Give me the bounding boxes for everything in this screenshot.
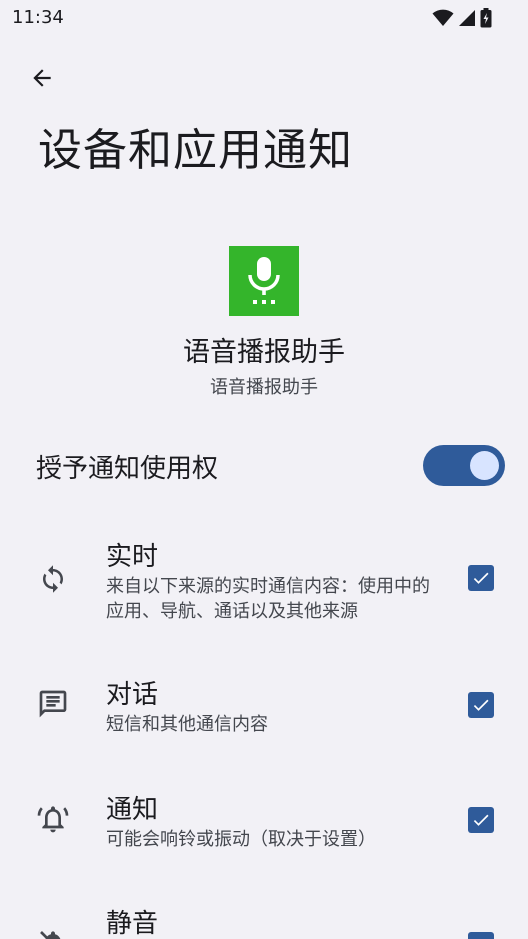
wifi-icon [432,9,454,26]
bell-off-icon [36,927,70,939]
battery-charging-icon [480,8,492,28]
toggle-knob [470,451,499,480]
arrow-back-icon [33,69,51,87]
check-icon [473,814,489,826]
category-row-silent[interactable]: 静音 [0,899,528,939]
category-row-conversation[interactable]: 对话 短信和其他通信内容 [0,670,528,750]
app-name: 语音播报助手 [183,337,345,368]
status-time: 11:34 [12,7,64,28]
cellular-signal-icon [459,10,475,26]
status-bar: 11:34 [0,0,528,36]
app-icon [229,246,299,316]
category-checkbox[interactable] [468,692,494,718]
category-checkbox[interactable] [468,807,494,833]
category-description: 可能会响铃或振动（取决于设置） [106,829,376,850]
category-title: 静音 [106,909,159,939]
category-title: 实时 [106,542,159,572]
microphone-icon [248,257,280,304]
category-row-notifications[interactable]: 通知 可能会响铃或振动（取决于设置） [0,785,528,865]
bell-ringing-icon [36,802,70,836]
check-icon [473,699,489,711]
status-icons [432,8,492,28]
grant-access-label: 授予通知使用权 [36,454,219,484]
check-icon [473,572,489,584]
category-title: 通知 [106,795,159,825]
grant-access-toggle[interactable] [423,445,505,486]
category-row-realtime[interactable]: 实时 来自以下来源的实时通信内容：使用中的应用、导航、通话以及其他来源 [0,530,528,630]
category-checkbox[interactable] [468,932,494,939]
category-description: 短信和其他通信内容 [106,714,268,735]
back-button[interactable] [22,58,62,98]
sync-icon [36,562,70,596]
category-description: 来自以下来源的实时通信内容：使用中的应用、导航、通话以及其他来源 [106,576,430,622]
app-package: 语音播报助手 [210,377,318,398]
grant-access-row[interactable]: 授予通知使用权 [0,440,528,492]
message-icon [36,687,70,721]
page-title: 设备和应用通知 [38,125,353,176]
category-checkbox[interactable] [468,565,494,591]
category-title: 对话 [106,680,159,710]
